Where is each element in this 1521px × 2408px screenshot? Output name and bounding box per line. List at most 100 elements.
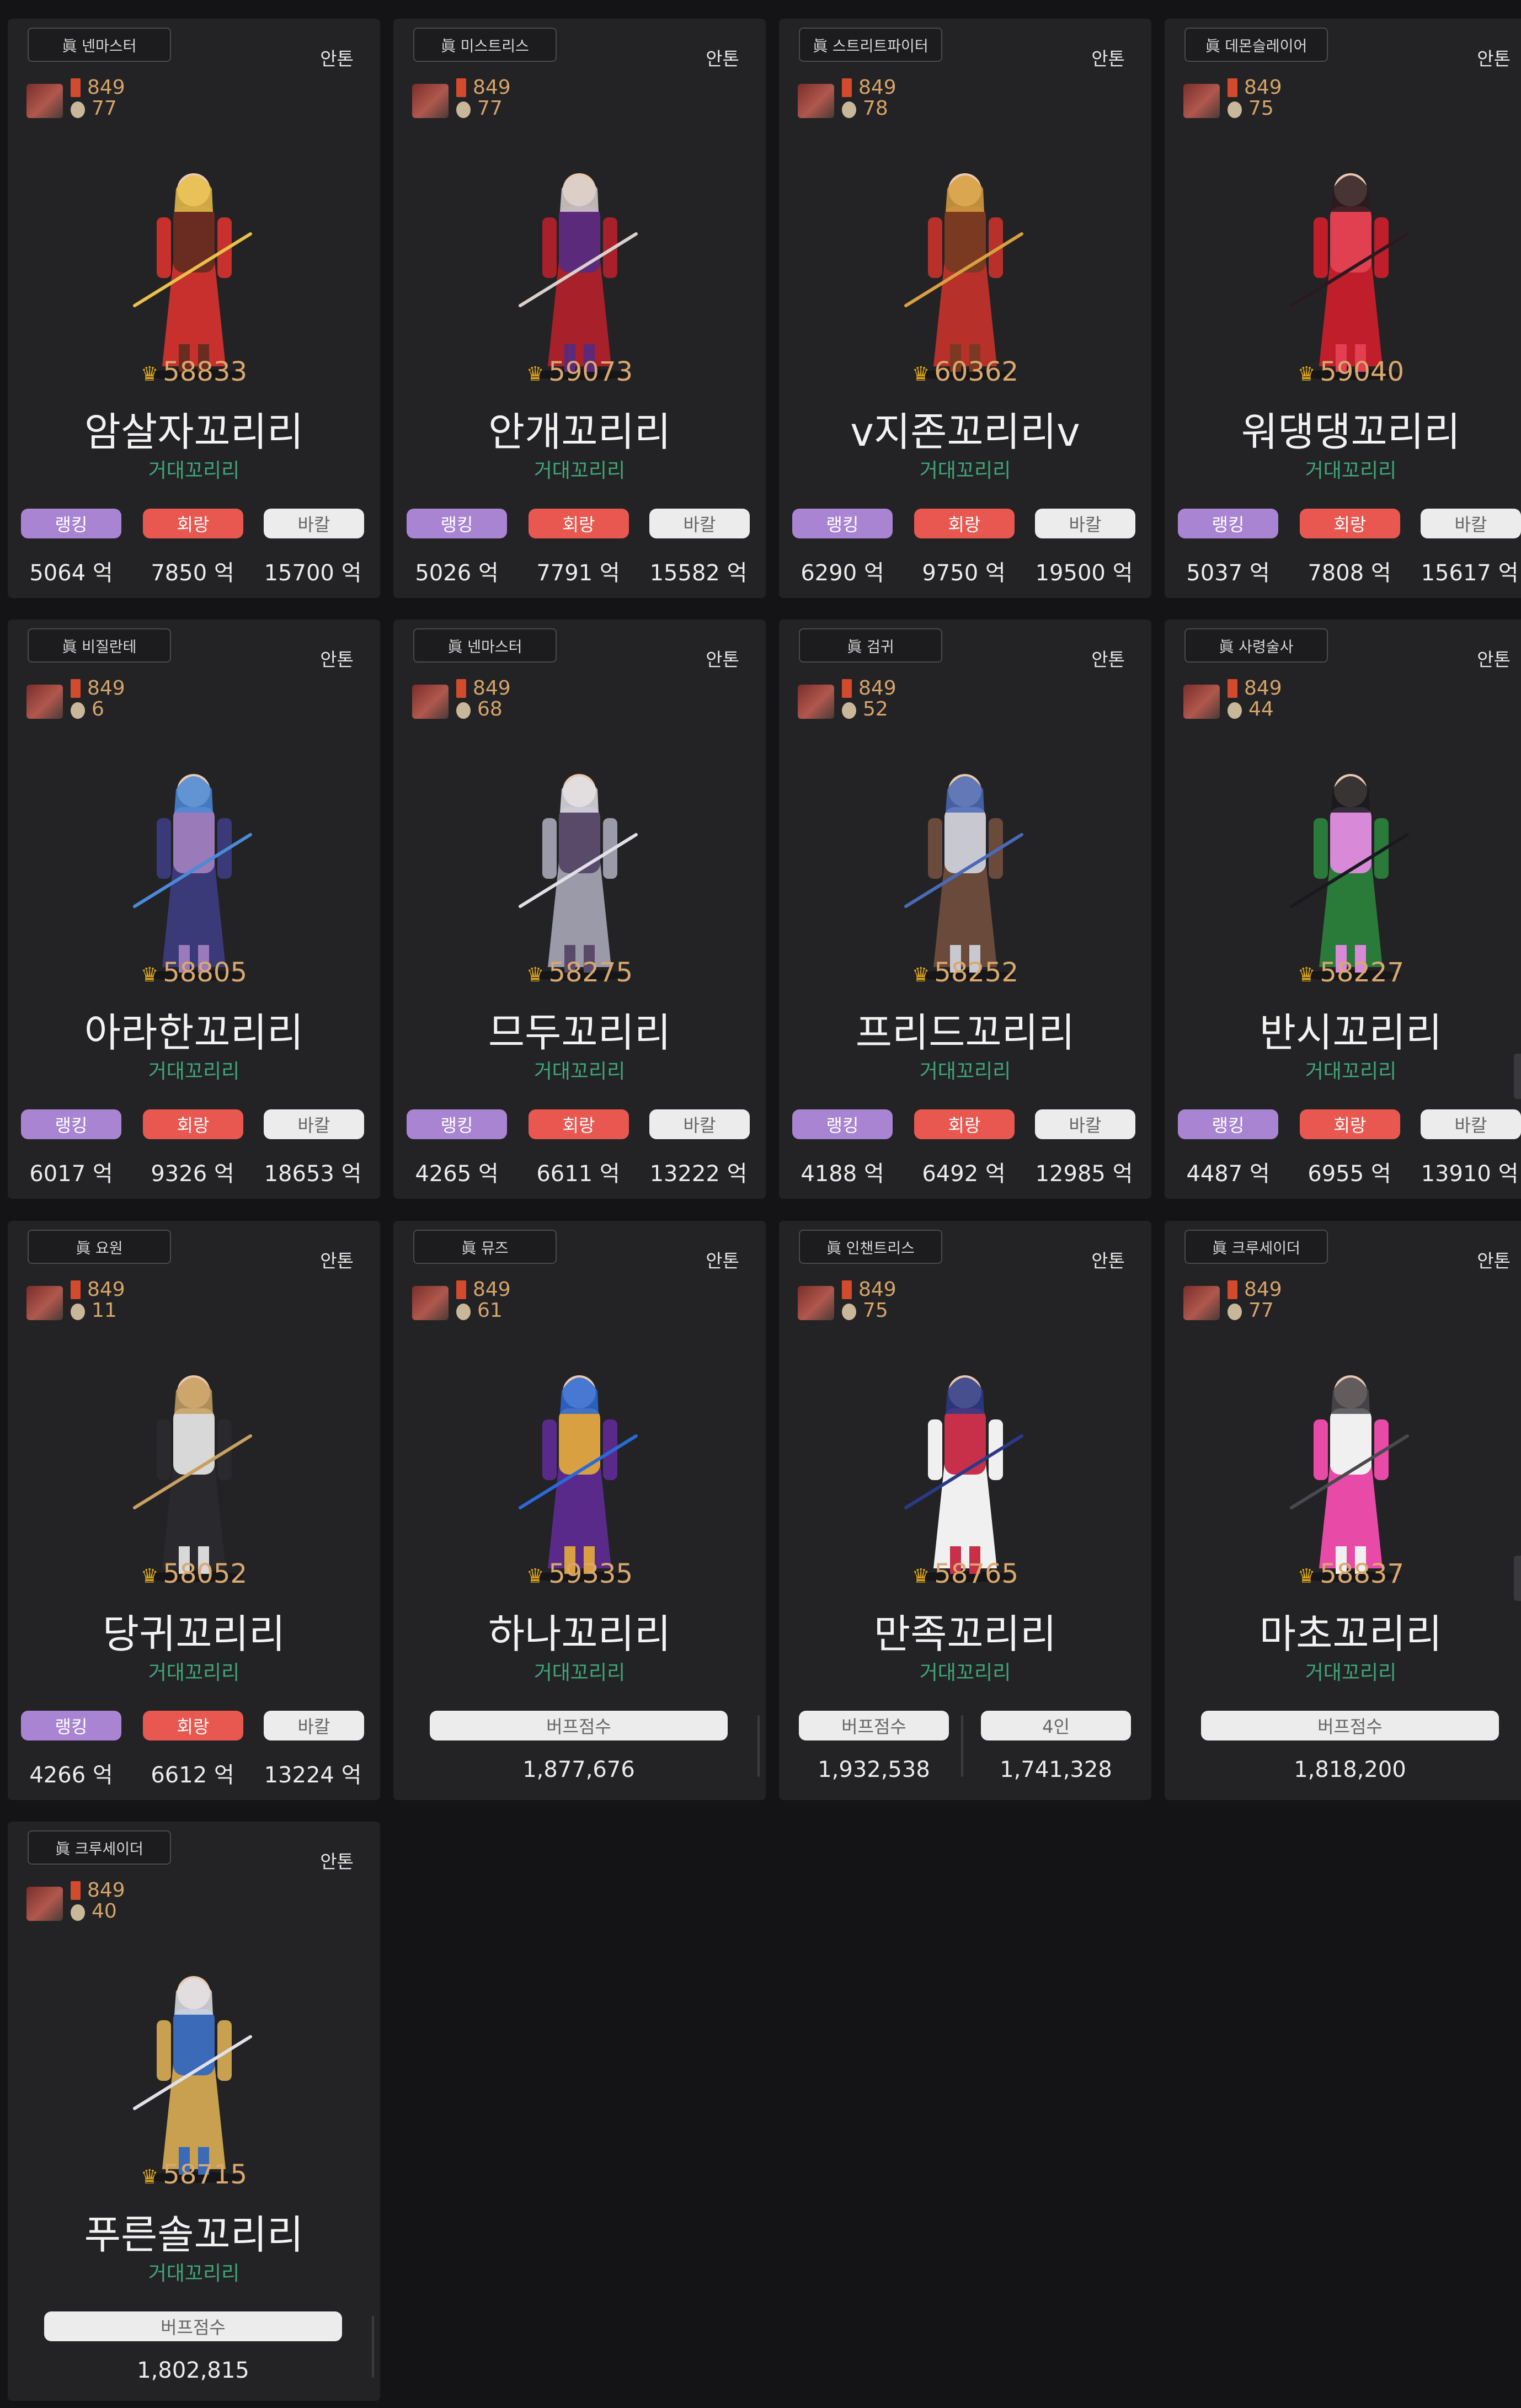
power-score: ♛ 58227 [1165,957,1521,988]
holang-damage: 7791 억 [536,560,620,586]
buff-score-label: 버프점수 [430,1711,728,1740]
fame-value: 849 [473,677,511,700]
character-sprite [904,774,1023,981]
character-card[interactable]: 眞 넨마스터 안톤 849 68 ♛ 58275 므두꼬리리 거대꼬리리 랭킹 회랑 바칼 4265 … [393,620,766,1199]
character-card[interactable]: 眞 데몬슬레이어 안톤 849 75 ♛ 59040 워댕댕꼬리리 거대꼬리리 랭킹 회랑 바칼 50… [1165,19,1521,598]
character-card[interactable]: 眞 요원 안톤 849 11 ♛ 58052 당귀꼬리리 거대꼬리리 랭킹 회랑 바칼 4266 억 6… [8,1221,380,1800]
power-value: 58275 [548,957,633,988]
buff-score-value: 1,802,815 [137,2358,249,2383]
character-card[interactable]: 眞 사령술사 안톤 849 44 ♛ 58227 반시꼬리리 거대꼬리리 랭킹 회랑 바칼 4487 … [1165,620,1521,1199]
character-grid: 眞 넨마스터 안톤 849 77 ♛ 58833 암살자꼬리리 거대꼬리리 랭킹 회랑 바칼 5064… [0,0,1521,2408]
fame-icon [842,1280,852,1299]
holang-damage: 9750 억 [922,560,1006,586]
character-card[interactable]: 眞 비질란테 안톤 849 6 ♛ 58805 아라한꼬리리 거대꼬리리 랭킹 회랑 바칼 6017 … [8,620,380,1199]
character-name[interactable]: 프리드꼬리리 [779,1000,1151,1058]
level-value: 75 [1248,97,1274,120]
crown-icon: ♛ [912,964,930,986]
rank-label: 랭킹 [407,1109,507,1139]
server-name: 안톤 [706,1250,739,1272]
power-score: ♛ 58715 [8,2159,380,2190]
buff-score-label: 버프점수 [799,1711,949,1740]
character-name[interactable]: 만족꼬리리 [779,1601,1151,1659]
fame-icon [456,78,466,97]
scrollbar-tab[interactable] [1514,1556,1521,1601]
power-value: 60362 [934,356,1018,387]
bakal-label: 바칼 [264,509,364,538]
character-name[interactable]: 안개꼬리리 [393,399,766,457]
holang-damage: 6492 억 [922,1161,1006,1187]
crown-icon: ♛ [526,363,545,386]
power-score: ♛ 58275 [393,957,766,988]
four-person-label: 4인 [981,1711,1131,1740]
server-name: 안톤 [320,1250,354,1272]
power-value: 58805 [163,957,247,988]
character-name[interactable]: 므두꼬리리 [393,1000,766,1058]
crown-icon: ♛ [912,1565,930,1588]
guild-name: 거대꼬리리 [533,1662,626,1684]
server-name: 안톤 [320,1851,354,1872]
class-badge: 眞 인챈트리스 [799,1230,942,1264]
level-value: 44 [1248,698,1274,720]
adventurer-avatar [26,1286,63,1320]
server-name: 안톤 [1477,48,1511,70]
fame-value: 849 [858,1278,896,1301]
character-card[interactable]: 眞 인챈트리스 안톤 849 75 ♛ 58765 만족꼬리리 거대꼬리리 버프점수 1,932,… [779,1221,1151,1800]
character-name[interactable]: 암살자꼬리리 [8,399,380,457]
character-name[interactable]: 워댕댕꼬리리 [1165,399,1521,457]
character-card[interactable]: 眞 검귀 안톤 849 52 ♛ 58252 프리드꼬리리 거대꼬리리 랭킹 회랑 바칼 4188 억… [779,620,1151,1199]
holang-label: 회랑 [1300,1109,1400,1139]
holang-label: 회랑 [914,509,1015,538]
scrollbar-tab[interactable] [1514,1054,1521,1099]
server-name: 안톤 [1091,48,1125,70]
power-score: ♛ 58252 [779,957,1151,988]
level-icon [456,102,471,118]
guild-name: 거대꼬리리 [1305,460,1397,482]
holang-label: 회랑 [143,509,243,538]
bakal-label: 바칼 [1421,509,1521,538]
bakal-label: 바칼 [649,1109,750,1139]
power-score: ♛ 59335 [393,1558,766,1589]
power-value: 58252 [934,957,1018,988]
adventurer-avatar [26,685,63,719]
crown-icon: ♛ [1298,964,1316,986]
fame-value: 849 [473,76,511,99]
character-name[interactable]: 마초꼬리리 [1165,1601,1521,1659]
character-card[interactable]: 眞 크루세이더 안톤 849 77 ♛ 58837 마초꼬리리 거대꼬리리 버프점수 1,818,… [1165,1221,1521,1800]
character-card[interactable]: 眞 뮤즈 안톤 849 61 ♛ 59335 하나꼬리리 거대꼬리리 버프점수 1,877,676 [393,1221,766,1800]
fame-value: 849 [858,76,896,99]
fame-value: 849 [1244,677,1282,700]
buff-score-value: 1,932,538 [818,1757,930,1782]
character-sprite [1290,774,1409,981]
crown-icon: ♛ [141,1565,159,1588]
fame-icon [842,78,852,97]
rank-damage: 5064 억 [29,560,113,586]
character-card[interactable]: 眞 스트리트파이터 안톤 849 78 ♛ 60362 v지존꼬리리v 거대꼬리리 랭킹 회랑 바칼… [779,19,1151,598]
holang-label: 회랑 [1300,509,1400,538]
character-name[interactable]: 푸른솔꼬리리 [8,2202,380,2260]
character-name[interactable]: 하나꼬리리 [393,1601,766,1659]
character-name[interactable]: v지존꼬리리v [779,399,1151,457]
character-name[interactable]: 아라한꼬리리 [8,1000,380,1058]
bakal-label: 바칼 [1035,1109,1135,1139]
character-card[interactable]: 眞 크루세이더 안톤 849 40 ♛ 58715 푸른솔꼬리리 거대꼬리리 버프점수 1,802… [8,1822,380,2401]
power-score: ♛ 58052 [8,1558,380,1589]
holang-damage: 9326 억 [151,1161,234,1187]
level-value: 75 [863,1299,888,1322]
holang-label: 회랑 [143,1711,243,1740]
character-card[interactable]: 眞 미스트리스 안톤 849 77 ♛ 59073 안개꼬리리 거대꼬리리 랭킹 회랑 바칼 5026… [393,19,766,598]
fame-value: 849 [87,1278,125,1301]
fame-value: 849 [87,1879,125,1902]
character-sprite [904,173,1023,380]
character-name[interactable]: 반시꼬리리 [1165,1000,1521,1058]
power-value: 58227 [1320,957,1404,988]
character-card[interactable]: 眞 넨마스터 안톤 849 77 ♛ 58833 암살자꼬리리 거대꼬리리 랭킹 회랑 바칼 5064… [8,19,380,598]
power-score: ♛ 60362 [779,356,1151,387]
character-name[interactable]: 당귀꼬리리 [8,1601,380,1659]
level-value: 52 [863,698,888,720]
power-score: ♛ 58765 [779,1558,1151,1589]
buff-score-label: 버프점수 [1201,1711,1499,1740]
holang-label: 회랑 [529,509,629,538]
crown-icon: ♛ [141,363,159,386]
level-value: 68 [477,698,503,720]
four-person-value: 1,741,328 [1000,1757,1112,1782]
